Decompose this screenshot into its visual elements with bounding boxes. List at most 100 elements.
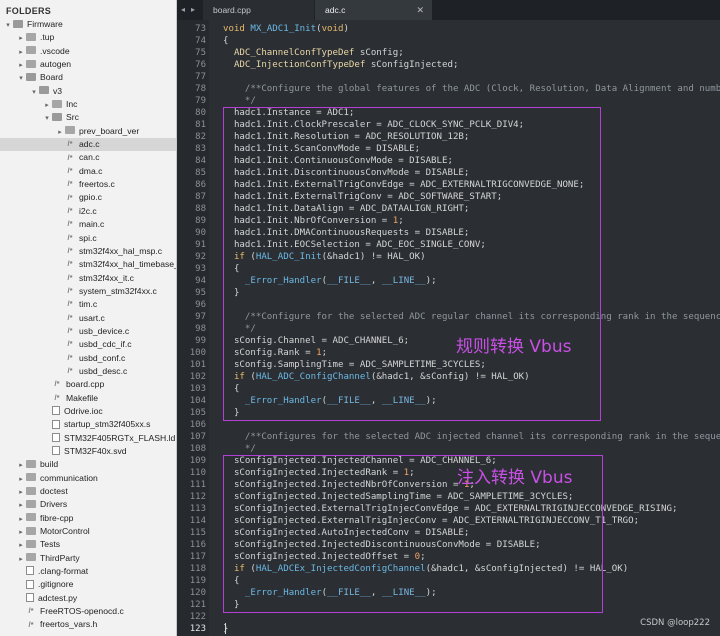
chevron-right-icon[interactable]: ▸: [42, 99, 52, 112]
chevron-down-icon[interactable]: ▾: [42, 112, 52, 125]
chevron-right-icon[interactable]: ▸: [16, 59, 26, 72]
nav-forward-icon[interactable]: ▸: [191, 0, 195, 20]
line-number: 113: [189, 504, 206, 514]
sidebar-folder[interactable]: ▸ fibre-cpp: [0, 512, 176, 525]
sidebar-file[interactable]: /* usart.c: [0, 312, 176, 325]
sidebar-file[interactable]: /* usbd_desc.c: [0, 365, 176, 378]
sidebar-file[interactable]: /* dma.c: [0, 165, 176, 178]
sidebar-file[interactable]: /* freertos.c: [0, 178, 176, 191]
chevron-right-icon[interactable]: ▸: [16, 513, 26, 526]
file-icon: [52, 419, 60, 429]
chevron-right-icon[interactable]: ▸: [16, 526, 26, 539]
sidebar-file[interactable]: /* tim.c: [0, 298, 176, 311]
sidebar-file[interactable]: STM32F40x.svd: [0, 445, 176, 458]
sidebar-item-label: communication: [40, 472, 98, 483]
annotation-injected: 注入转换 Vbus: [457, 468, 573, 488]
sidebar-title: FOLDERS: [6, 6, 52, 16]
sidebar-file[interactable]: /* stm32f4xx_hal_timebase_TIM.c: [0, 258, 176, 271]
sidebar-file[interactable]: /* adc.c: [0, 138, 176, 152]
folder-icon: [52, 99, 62, 108]
sidebar-file[interactable]: startup_stm32f405xx.s: [0, 418, 176, 431]
sidebar-folder[interactable]: ▸ Tests: [0, 538, 176, 551]
sidebar-file[interactable]: STM32F405RGTx_FLASH.ld: [0, 432, 176, 445]
sidebar-folder[interactable]: ▸ communication: [0, 472, 176, 485]
tab-adc-c[interactable]: adc.c ✕: [315, 0, 432, 20]
folder-icon: [26, 460, 36, 469]
file-icon: [26, 579, 34, 589]
sidebar-folder[interactable]: ▸ .vscode: [0, 45, 176, 58]
folder-open-icon: [52, 113, 62, 122]
tab-bar: ◂ ▸ board.cpp adc.c ✕: [177, 0, 720, 20]
chevron-right-icon[interactable]: ▸: [16, 46, 26, 59]
sidebar-file[interactable]: /* gpio.c: [0, 191, 176, 204]
line-number: 116: [189, 540, 206, 550]
chevron-right-icon[interactable]: ▸: [16, 553, 26, 566]
sidebar-file[interactable]: /* stm32f4xx_hal_msp.c: [0, 245, 176, 258]
sidebar-folder[interactable]: ▾ Firmware: [0, 18, 176, 31]
sidebar-folder[interactable]: ▸ MotorControl: [0, 525, 176, 538]
chevron-right-icon[interactable]: ▸: [55, 126, 65, 139]
sidebar-folder[interactable]: ▾ Src: [0, 111, 176, 124]
close-tab-icon[interactable]: ✕: [416, 0, 424, 20]
chevron-right-icon[interactable]: ▸: [16, 473, 26, 486]
sidebar-file[interactable]: Odrive.ioc: [0, 405, 176, 418]
line-number: 114: [189, 516, 206, 526]
sidebar-file[interactable]: /* Makefile: [0, 392, 176, 405]
sidebar-item-label: tim.c: [79, 299, 98, 310]
code-editor[interactable]: 73 void MX_ADC1_Init(void) 74 {75 ADC_Chann…: [177, 20, 720, 636]
chevron-right-icon[interactable]: ▸: [16, 32, 26, 45]
line-number: 123: [189, 624, 206, 634]
sidebar-file[interactable]: /* main.c: [0, 218, 176, 231]
sidebar-file[interactable]: /* usbd_cdc_if.c: [0, 338, 176, 351]
sidebar-item-label: stm32f4xx_hal_msp.c: [79, 245, 163, 256]
chevron-down-icon[interactable]: ▾: [29, 86, 39, 99]
chevron-down-icon[interactable]: ▾: [16, 72, 26, 85]
sidebar-file[interactable]: .clang-format: [0, 565, 176, 578]
sidebar-folder[interactable]: ▸ ThirdParty: [0, 552, 176, 565]
file-icon: [52, 432, 60, 442]
sidebar-file[interactable]: /* spi.c: [0, 232, 176, 245]
chevron-right-icon[interactable]: ▸: [16, 486, 26, 499]
sidebar-file[interactable]: adctest.py: [0, 592, 176, 605]
sidebar-folder[interactable]: ▾ v3: [0, 85, 176, 98]
tab-board-cpp[interactable]: board.cpp: [203, 0, 314, 20]
sidebar-folder[interactable]: ▾ Board: [0, 71, 176, 84]
chevron-down-icon[interactable]: ▾: [3, 19, 13, 32]
sidebar-file[interactable]: .gitignore: [0, 578, 176, 591]
line-number: 86: [195, 180, 206, 190]
sidebar-file[interactable]: /* freertos_vars.h: [0, 618, 176, 631]
chevron-right-icon[interactable]: ▸: [16, 459, 26, 472]
line-number: 112: [189, 492, 206, 502]
sidebar-item-label: v3: [53, 85, 63, 96]
sidebar-folder[interactable]: ▸ doctest: [0, 485, 176, 498]
code-text: /**Configure the global features of the …: [223, 84, 720, 94]
sidebar-file[interactable]: /* stm32f4xx_it.c: [0, 272, 176, 285]
line-number: 121: [189, 600, 206, 610]
sidebar-file[interactable]: /* usb_device.c: [0, 325, 176, 338]
sidebar-folder[interactable]: ▸ prev_board_ver: [0, 125, 176, 138]
line-number: 92: [195, 252, 206, 262]
sidebar-folder[interactable]: ▸ Drivers: [0, 498, 176, 511]
sidebar-item-label: Odrive.ioc: [64, 405, 103, 416]
sidebar-file[interactable]: /* system_stm32f4xx.c: [0, 285, 176, 298]
sidebar-file[interactable]: /* board.cpp: [0, 378, 176, 391]
sidebar-file[interactable]: /* FreeRTOS-openocd.c: [0, 605, 176, 618]
chevron-right-icon[interactable]: ▸: [16, 499, 26, 512]
file-icon: [26, 566, 34, 576]
nav-back-icon[interactable]: ◂: [181, 0, 185, 20]
line-number: 106: [189, 420, 206, 430]
sidebar-item-label: stm32f4xx_hal_timebase_TIM.c: [79, 259, 176, 270]
sidebar-file[interactable]: /* can.c: [0, 151, 176, 164]
chevron-right-icon[interactable]: ▸: [16, 539, 26, 552]
code-file-icon: /*: [54, 392, 60, 402]
code-file-icon: /*: [28, 619, 34, 629]
sidebar-folder[interactable]: ▸ autogen: [0, 58, 176, 71]
sidebar-folder[interactable]: ▸ Inc: [0, 98, 176, 111]
sidebar-file[interactable]: /* usbd_conf.c: [0, 352, 176, 365]
sidebar-folder[interactable]: ▸ .tup: [0, 31, 176, 44]
sidebar-item-label: board.cpp: [66, 379, 105, 390]
sidebar-folder[interactable]: ▸ build: [0, 458, 176, 471]
sidebar-file[interactable]: /* i2c.c: [0, 205, 176, 218]
file-tree: ▾ Firmware ▸ .tup ▸ .vscode ▸ autogen ▾ Board ▾ v3 ▸…: [0, 18, 176, 632]
line-number: 89: [195, 216, 206, 226]
